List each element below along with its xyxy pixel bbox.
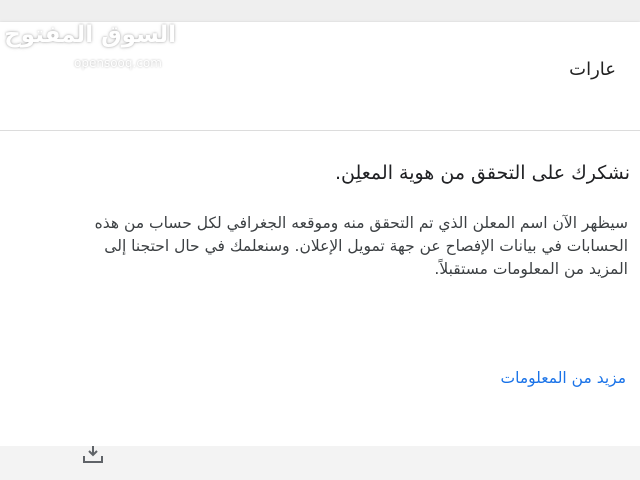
top-background-strip bbox=[0, 0, 640, 22]
confirmation-heading: نشكرك على التحقق من هوية المعلِن. bbox=[334, 162, 630, 184]
verification-dialog: عارات نشكرك على التحقق من هوية المعلِن. … bbox=[0, 22, 640, 446]
download-icon[interactable] bbox=[78, 446, 108, 466]
confirmation-body-text: سيظهر الآن اسم المعلن الذي تم التحقق منه… bbox=[94, 214, 628, 278]
dialog-header-title: عارات bbox=[569, 59, 616, 80]
more-info-link[interactable]: مزيد من المعلومات bbox=[501, 369, 626, 387]
dialog-header: عارات bbox=[0, 22, 640, 131]
